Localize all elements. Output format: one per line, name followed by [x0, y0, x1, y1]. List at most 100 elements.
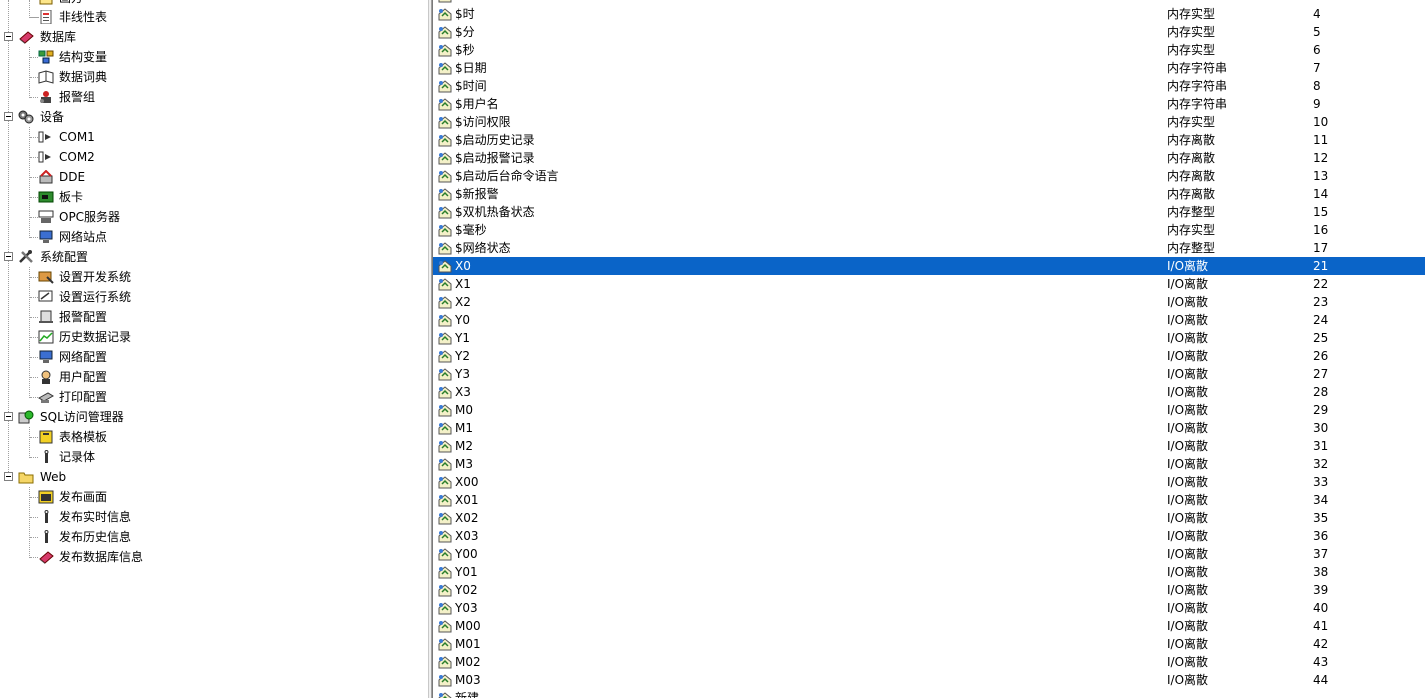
- variable-icon: [438, 206, 452, 219]
- variable-row[interactable]: $分 内存实型 5: [433, 23, 1425, 41]
- tree-item-label: 设备: [40, 110, 65, 124]
- tree-item-com2[interactable]: COM2: [0, 147, 428, 167]
- tree-item-dev-system[interactable]: 设置开发系统: [0, 267, 428, 287]
- variable-row[interactable]: X01 I/O离散 34: [433, 491, 1425, 509]
- variable-row[interactable]: $毫秒 内存实型 16: [433, 221, 1425, 239]
- variable-row[interactable]: M0 I/O离散 29: [433, 401, 1425, 419]
- variable-row[interactable]: $新报警 内存离散 14: [433, 185, 1425, 203]
- tree-item-user-config[interactable]: 用户配置: [0, 367, 428, 387]
- tree-item-network-station[interactable]: 网络站点: [0, 227, 428, 247]
- project-tree[interactable]: 画方 非线性表 数据库 结构变量 数据词典 报警组 设备 COM1: [0, 0, 428, 698]
- tree-item-history-record[interactable]: 历史数据记录: [0, 327, 428, 347]
- tree-item-nonlinear-table[interactable]: 非线性表: [0, 7, 428, 27]
- variable-name: M00: [455, 619, 481, 633]
- publish-realtime-icon: [44, 510, 49, 523]
- tree-item-print-config[interactable]: 打印配置: [0, 387, 428, 407]
- variable-icon: [438, 296, 452, 309]
- variable-row[interactable]: X02 I/O离散 35: [433, 509, 1425, 527]
- variable-icon: [438, 26, 452, 39]
- tree-item-com1[interactable]: COM1: [0, 127, 428, 147]
- variable-id: 10: [1313, 115, 1329, 129]
- variable-row[interactable]: Y1 I/O离散 25: [433, 329, 1425, 347]
- variable-row[interactable]: $访问权限 内存实型 10: [433, 113, 1425, 131]
- variable-icon: [438, 152, 452, 165]
- tree-line: [30, 297, 38, 298]
- variable-row[interactable]: $时 内存实型 4: [433, 5, 1425, 23]
- variable-row[interactable]: M00 I/O离散 41: [433, 617, 1425, 635]
- tree-item-board-card[interactable]: 板卡: [0, 187, 428, 207]
- variable-row[interactable]: M1 I/O离散 30: [433, 419, 1425, 437]
- variable-row[interactable]: Y03 I/O离散 40: [433, 599, 1425, 617]
- tree-item-record[interactable]: 记录体: [0, 447, 428, 467]
- variable-icon: [438, 584, 452, 597]
- tree-item-alarm-config[interactable]: 报警配置: [0, 307, 428, 327]
- variable-row[interactable]: $日期 内存字符串 7: [433, 59, 1425, 77]
- variable-type: I/O离散: [1167, 493, 1209, 507]
- variable-row[interactable]: $双机热备状态 内存整型 15: [433, 203, 1425, 221]
- tree-item-label: 发布历史信息: [59, 530, 132, 544]
- tree-item-run-system[interactable]: 设置运行系统: [0, 287, 428, 307]
- tree-item-publish-database[interactable]: 发布数据库信息: [0, 547, 428, 567]
- variable-list[interactable]: $时 内存实型 4 $分 内存实型 5 $秒 内存实型 6 $日期 内存字符串 7 $时间 内存字符串 8 $…: [432, 0, 1425, 698]
- tree-item-publish-realtime[interactable]: 发布实时信息: [0, 507, 428, 527]
- tree-item-database[interactable]: 数据库: [0, 27, 428, 47]
- tree-item-struct-var[interactable]: 结构变量: [0, 47, 428, 67]
- variable-row[interactable]: Y3 I/O离散 27: [433, 365, 1425, 383]
- variable-row[interactable]: $网络状态 内存整型 17: [433, 239, 1425, 257]
- collapse-toggle[interactable]: [4, 472, 13, 481]
- variable-row[interactable]: $启动报警记录 内存离散 12: [433, 149, 1425, 167]
- variable-row[interactable]: M3 I/O离散 32: [433, 455, 1425, 473]
- collapse-toggle[interactable]: [4, 32, 13, 41]
- tree-item-system-config[interactable]: 系统配置: [0, 247, 428, 267]
- tree-line: [30, 217, 38, 218]
- variable-row[interactable]: X2 I/O离散 23: [433, 293, 1425, 311]
- variable-row[interactable]: $启动历史记录 内存离散 11: [433, 131, 1425, 149]
- variable-row-selected[interactable]: X0 I/O离散 21: [433, 257, 1425, 275]
- variable-row[interactable]: Y01 I/O离散 38: [433, 563, 1425, 581]
- variable-row[interactable]: X1 I/O离散 22: [433, 275, 1425, 293]
- tree-item-data-dictionary[interactable]: 数据词典: [0, 67, 428, 87]
- variable-row[interactable]: $秒 内存实型 6: [433, 41, 1425, 59]
- tree-item-publish-history[interactable]: 发布历史信息: [0, 527, 428, 547]
- variable-type: I/O离散: [1167, 583, 1209, 597]
- tree-item-alarm-group[interactable]: 报警组: [0, 87, 428, 107]
- variable-id: 9: [1313, 97, 1321, 111]
- variable-id: 13: [1313, 169, 1329, 183]
- variable-name: $时间: [455, 79, 487, 93]
- tree-item-sql-manager[interactable]: SQL访问管理器: [0, 407, 428, 427]
- variable-row[interactable]: M03 I/O离散 44: [433, 671, 1425, 689]
- variable-name: M01: [455, 637, 481, 651]
- variable-id: 40: [1313, 601, 1329, 615]
- tree-item-table-template[interactable]: 表格模板: [0, 427, 428, 447]
- variable-row[interactable]: Y0 I/O离散 24: [433, 311, 1425, 329]
- variable-row[interactable]: M02 I/O离散 43: [433, 653, 1425, 671]
- variable-row[interactable]: X3 I/O离散 28: [433, 383, 1425, 401]
- variable-icon: [438, 314, 452, 327]
- variable-row[interactable]: M2 I/O离散 31: [433, 437, 1425, 455]
- tree-item-publish-screen[interactable]: 发布画面: [0, 487, 428, 507]
- variable-row[interactable]: Y00 I/O离散 37: [433, 545, 1425, 563]
- collapse-toggle[interactable]: [4, 412, 13, 421]
- tree-item-label: 发布数据库信息: [59, 550, 144, 564]
- variable-row[interactable]: Y2 I/O离散 26: [433, 347, 1425, 365]
- variable-name: X02: [455, 511, 479, 525]
- variable-row[interactable]: Y02 I/O离散 39: [433, 581, 1425, 599]
- tree-line: [30, 437, 38, 438]
- variable-row[interactable]: 新建...: [433, 689, 1425, 698]
- tree-item-web[interactable]: Web: [0, 467, 428, 487]
- tree-item-dde[interactable]: DDE: [0, 167, 428, 187]
- variable-row[interactable]: $时间 内存字符串 8: [433, 77, 1425, 95]
- variable-row[interactable]: $用户名 内存字符串 9: [433, 95, 1425, 113]
- variable-row[interactable]: X00 I/O离散 33: [433, 473, 1425, 491]
- variable-row[interactable]: M01 I/O离散 42: [433, 635, 1425, 653]
- variable-row[interactable]: $启动后台命令语言 内存离散 13: [433, 167, 1425, 185]
- tree-item-network-config[interactable]: 网络配置: [0, 347, 428, 367]
- board-card-icon: [38, 191, 54, 203]
- collapse-toggle[interactable]: [4, 112, 13, 121]
- tree-item-opc-server[interactable]: OPC服务器: [0, 207, 428, 227]
- tree-line: [30, 237, 38, 238]
- variable-type: I/O离散: [1167, 331, 1209, 345]
- tree-item-device[interactable]: 设备: [0, 107, 428, 127]
- variable-row[interactable]: X03 I/O离散 36: [433, 527, 1425, 545]
- collapse-toggle[interactable]: [4, 252, 13, 261]
